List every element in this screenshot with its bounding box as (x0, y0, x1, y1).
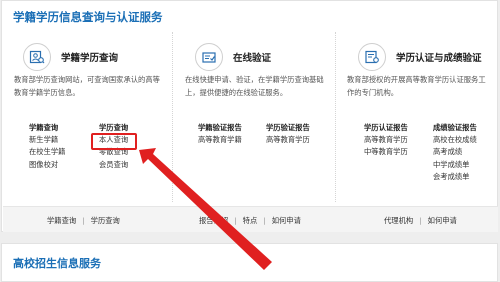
annotation-arrow-icon (139, 148, 272, 270)
